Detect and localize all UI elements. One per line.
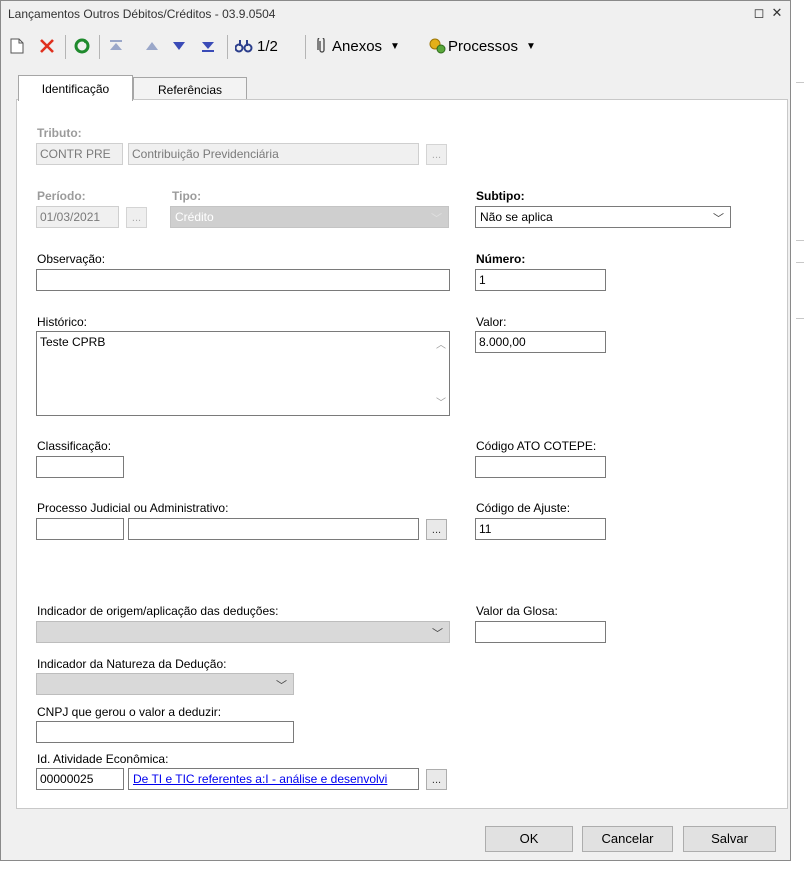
valor-label: Valor:: [476, 315, 507, 329]
ok-button[interactable]: OK: [485, 826, 573, 852]
toolbar-separator: [227, 35, 228, 59]
find-icon[interactable]: 1/2: [235, 35, 278, 57]
periodo-field: 01/03/2021: [36, 206, 119, 228]
tab-referencias[interactable]: Referências: [133, 77, 247, 101]
restore-icon[interactable]: ◻: [751, 4, 767, 22]
numero-field[interactable]: 1: [475, 269, 606, 291]
observacao-field[interactable]: [36, 269, 450, 291]
classificacao-label: Classificação:: [37, 439, 112, 453]
anexos-menu[interactable]: Anexos ▼: [316, 35, 400, 57]
observacao-label: Observação:: [37, 252, 106, 266]
indicador-natureza-label: Indicador da Natureza da Dedução:: [37, 657, 227, 671]
toolbar-separator: [65, 35, 66, 59]
refresh-icon[interactable]: [74, 35, 90, 57]
historico-label: Histórico:: [37, 315, 88, 329]
tributo-description-field: Contribuição Previdenciária: [128, 143, 419, 165]
background-divider: [796, 262, 804, 263]
tributo-lookup-button: ...: [426, 144, 447, 165]
classificacao-field[interactable]: [36, 456, 124, 478]
historico-scrollbar[interactable]: ︿ ﹀: [432, 332, 449, 415]
title-bar: Lançamentos Outros Débitos/Créditos - 03…: [1, 1, 790, 27]
tributo-label: Tributo:: [37, 126, 82, 140]
indicador-origem-select[interactable]: ﹀: [36, 621, 450, 643]
processo-number-field[interactable]: [36, 518, 124, 540]
cnpj-field[interactable]: [36, 721, 294, 743]
valor-glosa-field[interactable]: [475, 621, 606, 643]
chevron-down-icon: ▼: [526, 40, 536, 52]
codigo-ajuste-label: Código de Ajuste:: [476, 501, 571, 515]
scroll-down-icon[interactable]: ﹀: [436, 394, 446, 409]
processos-menu[interactable]: Processos ▼: [428, 35, 536, 57]
toolbar-separator: [305, 35, 306, 59]
save-button[interactable]: Salvar: [683, 826, 776, 852]
background-divider: [796, 82, 804, 83]
delete-icon[interactable]: [39, 35, 55, 57]
chevron-down-icon: ﹀: [276, 680, 287, 692]
new-icon[interactable]: [10, 35, 24, 57]
window-title: Lançamentos Outros Débitos/Créditos - 03…: [8, 7, 276, 21]
tipo-value: Crédito: [175, 210, 214, 224]
scroll-up-icon[interactable]: ︿: [436, 336, 446, 351]
cnpj-label: CNPJ que gerou o valor a deduzir:: [37, 705, 222, 719]
atividade-description-link[interactable]: De TI e TIC referentes a:I - análise e d…: [133, 772, 387, 786]
processo-description-field[interactable]: [128, 518, 419, 540]
attach-icon: [317, 38, 325, 53]
codigo-ato-cotepe-field[interactable]: [475, 456, 606, 478]
subtipo-value: Não se aplica: [480, 210, 553, 224]
periodo-label: Período:: [37, 189, 86, 203]
last-icon[interactable]: [201, 35, 215, 57]
atividade-description-field[interactable]: De TI e TIC referentes a:I - análise e d…: [128, 768, 419, 790]
processo-label: Processo Judicial ou Administrativo:: [37, 501, 229, 515]
toolbar-separator: [99, 35, 100, 59]
periodo-lookup-button: ...: [126, 207, 147, 228]
chevron-down-icon: ﹀: [713, 213, 724, 225]
subtipo-select[interactable]: Não se aplica ﹀: [475, 206, 731, 228]
record-counter: 1/2: [257, 37, 278, 55]
atividade-code-field[interactable]: 00000025: [36, 768, 124, 790]
background-divider: [796, 240, 804, 241]
first-icon[interactable]: [109, 35, 123, 57]
background-divider: [796, 318, 804, 319]
subtipo-label: Subtipo:: [476, 189, 525, 203]
process-icon: [429, 38, 446, 54]
processo-lookup-button[interactable]: ...: [426, 519, 447, 540]
chevron-down-icon: ▼: [390, 40, 400, 52]
dialog-window: Lançamentos Outros Débitos/Créditos - 03…: [0, 0, 791, 861]
chevron-down-icon: ﹀: [432, 628, 443, 640]
historico-textarea[interactable]: Teste CPRB ︿ ﹀: [36, 331, 450, 416]
valor-field[interactable]: 8.000,00: [475, 331, 606, 353]
chevron-down-icon: ﹀: [431, 213, 442, 225]
atividade-lookup-button[interactable]: ...: [426, 769, 447, 790]
tributo-code-field: CONTR PRE: [36, 143, 123, 165]
atividade-label: Id. Atividade Econômica:: [37, 752, 169, 766]
close-icon[interactable]: ✕: [769, 4, 785, 22]
codigo-ajuste-field[interactable]: 11: [475, 518, 606, 540]
anexos-label: Anexos: [332, 37, 383, 55]
indicador-natureza-select[interactable]: ﹀: [36, 673, 294, 695]
indicador-origem-label: Indicador de origem/aplicação das deduçõ…: [37, 604, 279, 618]
tipo-select: Crédito ﹀: [170, 206, 449, 228]
codigo-ato-cotepe-label: Código ATO COTEPE:: [476, 439, 597, 453]
tipo-label: Tipo:: [172, 189, 202, 203]
tab-identificacao[interactable]: Identificação: [18, 75, 133, 101]
processos-label: Processos: [448, 37, 519, 55]
historico-value: Teste CPRB: [40, 335, 106, 349]
prev-icon[interactable]: [146, 35, 158, 57]
valor-glosa-label: Valor da Glosa:: [476, 604, 558, 618]
toolbar: 1/2 Anexos ▼ Processos ▼: [1, 29, 790, 65]
numero-label: Número:: [476, 252, 526, 266]
next-icon[interactable]: [173, 35, 185, 57]
cancel-button[interactable]: Cancelar: [582, 826, 673, 852]
